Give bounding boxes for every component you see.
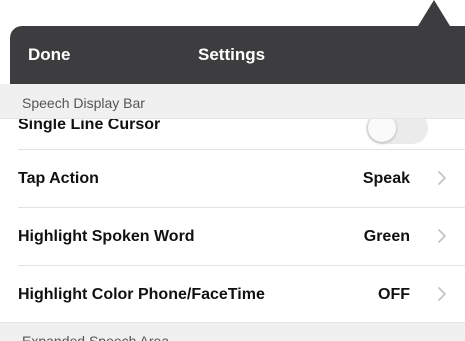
page-title: Settings xyxy=(198,45,266,64)
done-button[interactable]: Done xyxy=(28,45,71,65)
section-header-label: Speech Display Bar xyxy=(22,95,145,111)
chevron-right-icon xyxy=(438,287,446,301)
section-header-label: Expanded Speech Area xyxy=(22,333,170,341)
setting-value: Speak xyxy=(362,170,410,187)
chevron-right-icon xyxy=(438,171,446,185)
popover-arrow xyxy=(418,0,450,26)
setting-value: Green xyxy=(363,228,410,245)
section-header-expanded-speech-area: Expanded Speech Area xyxy=(0,322,465,341)
setting-label: Tap Action xyxy=(18,170,99,187)
navigation-bar: Done Settings xyxy=(10,26,465,84)
setting-row-highlight-spoken-word[interactable]: Highlight Spoken Word Green xyxy=(0,208,465,266)
setting-row-tap-action[interactable]: Tap Action Speak xyxy=(0,150,465,208)
setting-value: OFF xyxy=(378,286,410,303)
section-header-speech-display-bar: Speech Display Bar xyxy=(0,84,465,119)
setting-label: Highlight Spoken Word xyxy=(18,228,195,245)
setting-row-highlight-color-phone-facetime[interactable]: Highlight Color Phone/FaceTime OFF xyxy=(0,266,465,324)
chevron-right-icon xyxy=(438,229,446,243)
setting-label: Highlight Color Phone/FaceTime xyxy=(18,286,265,303)
settings-list[interactable]: Speech Display Bar Single Line Cursor Ta… xyxy=(0,84,465,341)
